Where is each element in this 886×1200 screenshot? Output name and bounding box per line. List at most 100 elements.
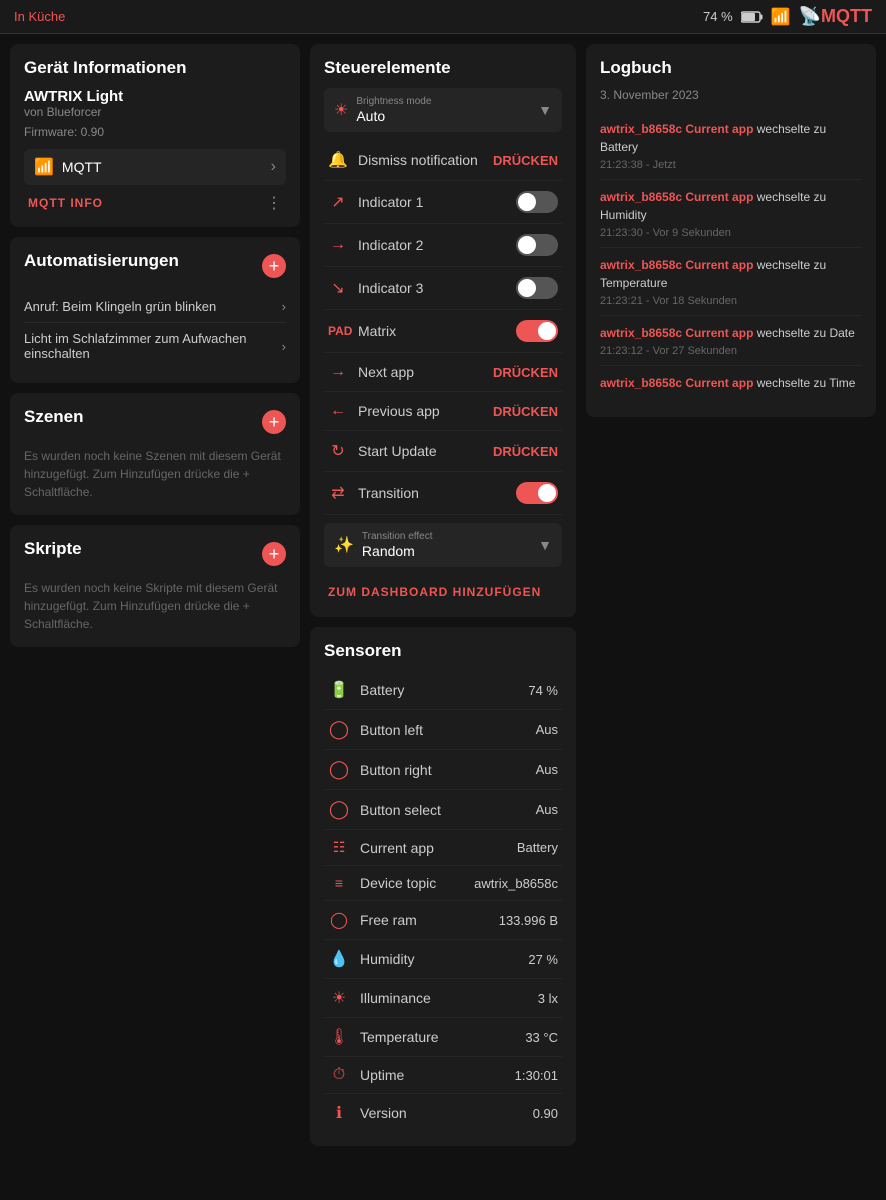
logbuch-panel: Logbuch 3. November 2023 awtrix_b8658c C… [586,44,876,417]
mqtt-info-button[interactable]: MQTT INFO [28,196,103,210]
control-transition: ⇄ Transition [324,472,562,515]
matrix-label: Matrix [358,323,396,339]
device-name: AWTRIX Light [24,88,286,105]
next-app-label: Next app [358,364,414,380]
log-time: 21:23:38 - Jetzt [600,159,862,171]
add-script-button[interactable]: + [262,542,286,566]
add-dashboard-button[interactable]: ZUM DASHBOARD HINZUFÜGEN [324,575,545,603]
wifi-icon: 📶 [771,7,791,27]
steuerelemente-panel: Steuerelemente ☀ Brightness mode Auto ▼ … [310,44,576,617]
sensor-device-topic: ≡ Device topic awtrix_b8658c [324,866,562,901]
control-dismiss-notification: 🔔 Dismiss notification DRÜCKEN [324,140,562,181]
uptime-icon: ⏱ [328,1066,350,1084]
mqtt-label: MQTT [62,159,102,175]
indicator3-icon: ↘ [328,278,348,298]
sensor-button-right: ◯ Button right Aus [324,750,562,790]
add-automation-button[interactable]: + [262,254,286,278]
log-highlight: awtrix_b8658c Current app [600,258,753,272]
brightness-dropdown[interactable]: ☀ Brightness mode Auto ▼ [324,88,562,132]
brightness-value: Auto [356,108,431,124]
topbar: In Küche 74 % 📶 📡MQTT [0,0,886,34]
button-select-icon: ◯ [328,799,350,820]
device-topic-icon: ≡ [328,875,350,891]
log-entry-5: awtrix_b8658c Current app wechselte zu T… [600,366,862,403]
humidity-icon: 💧 [328,949,350,969]
control-indicator-1: ↗ Indicator 1 [324,181,562,224]
button-left-icon: ◯ [328,719,350,740]
location-label: In Küche [14,9,65,24]
illuminance-icon: ☀ [328,988,350,1008]
steuerelemente-title: Steuerelemente [324,58,562,78]
transition-toggle[interactable] [516,482,558,504]
sensoren-panel: Sensoren 🔋 Battery 74 % ◯ Button left Au… [310,627,576,1146]
start-update-button[interactable]: DRÜCKEN [493,444,558,459]
scripts-title: Skripte [24,539,82,559]
dismiss-notification-button[interactable]: DRÜCKEN [493,153,558,168]
sensor-button-select: ◯ Button select Aus [324,790,562,830]
log-entry-1: awtrix_b8658c Current app wechselte zu B… [600,112,862,180]
log-text: wechselte zu Date [757,326,855,340]
scripts-header: Skripte + [24,539,286,569]
sensor-illuminance: ☀ Illuminance 3 lx [324,979,562,1018]
start-update-icon: ↻ [328,441,348,461]
dismiss-notification-icon: 🔔 [328,150,348,170]
device-info-title: Gerät Informationen [24,58,286,78]
sensor-uptime: ⏱ Uptime 1:30:01 [324,1057,562,1094]
transition-effect-arrow-icon: ▼ [538,537,552,553]
right-column: Logbuch 3. November 2023 awtrix_b8658c C… [586,44,876,1146]
automation-item-2[interactable]: Licht im Schlafzimmer zum Aufwachen eins… [24,323,286,369]
control-next-app: → Next app DRÜCKEN [324,353,562,392]
log-date: 3. November 2023 [600,88,862,102]
indicator2-icon: → [328,236,348,254]
log-entry-3: awtrix_b8658c Current app wechselte zu T… [600,248,862,316]
automations-title: Automatisierungen [24,251,179,271]
sensor-free-ram: ◯ Free ram 133.996 B [324,901,562,940]
add-scene-button[interactable]: + [262,410,286,434]
sensor-version: ℹ Version 0.90 [324,1094,562,1132]
transition-effect-dropdown[interactable]: ✨ Transition effect Random ▼ [324,523,562,567]
indicator1-toggle[interactable] [516,191,558,213]
next-app-button[interactable]: DRÜCKEN [493,365,558,380]
scenes-title: Szenen [24,407,84,427]
indicator2-toggle[interactable] [516,234,558,256]
control-indicator-2: → Indicator 2 [324,224,562,267]
chevron-right-icon: › [282,299,286,314]
automation-item-1[interactable]: Anruf: Beim Klingeln grün blinken › [24,291,286,323]
start-update-label: Start Update [358,443,437,459]
automations-panel: Automatisierungen + Anruf: Beim Klingeln… [10,237,300,383]
brightness-label: Brightness mode [356,96,431,107]
matrix-toggle[interactable] [516,320,558,342]
log-entry-4: awtrix_b8658c Current app wechselte zu D… [600,316,862,366]
firmware-label: Firmware: 0.90 [24,125,286,139]
middle-column: Steuerelemente ☀ Brightness mode Auto ▼ … [310,44,576,1146]
transition-label: Transition [358,485,419,501]
log-highlight: awtrix_b8658c Current app [600,326,753,340]
chevron-right-icon: › [271,158,276,176]
log-highlight: awtrix_b8658c Current app [600,376,753,390]
device-maker: von Blueforcer [24,105,286,119]
indicator3-toggle[interactable] [516,277,558,299]
mqtt-info-row: MQTT INFO ⋮ [24,185,286,213]
scenes-empty-text: Es wurden noch keine Szenen mit diesem G… [24,447,286,501]
topbar-right: 74 % 📶 📡MQTT [703,6,872,27]
sensor-humidity: 💧 Humidity 27 % [324,940,562,979]
free-ram-icon: ◯ [328,910,350,930]
mqtt-row[interactable]: 📶 MQTT › [24,149,286,185]
more-options-button[interactable]: ⋮ [266,193,282,213]
log-highlight: awtrix_b8658c Current app [600,190,753,204]
log-time: 21:23:12 - Vor 27 Sekunden [600,345,862,357]
left-column: Gerät Informationen AWTRIX Light von Blu… [10,44,300,1146]
scenes-panel: Szenen + Es wurden noch keine Szenen mit… [10,393,300,515]
logbuch-title: Logbuch [600,58,862,78]
scenes-header: Szenen + [24,407,286,437]
transition-icon: ⇄ [328,483,348,503]
transition-effect-value: Random [362,543,433,559]
brightness-icon: ☀ [334,100,348,120]
indicator1-label: Indicator 1 [358,194,423,210]
automations-header: Automatisierungen + [24,251,286,281]
next-app-icon: → [328,363,348,381]
scripts-empty-text: Es wurden noch keine Skripte mit diesem … [24,579,286,633]
dismiss-notification-label: Dismiss notification [358,152,478,168]
previous-app-button[interactable]: DRÜCKEN [493,404,558,419]
device-info-panel: Gerät Informationen AWTRIX Light von Blu… [10,44,300,227]
